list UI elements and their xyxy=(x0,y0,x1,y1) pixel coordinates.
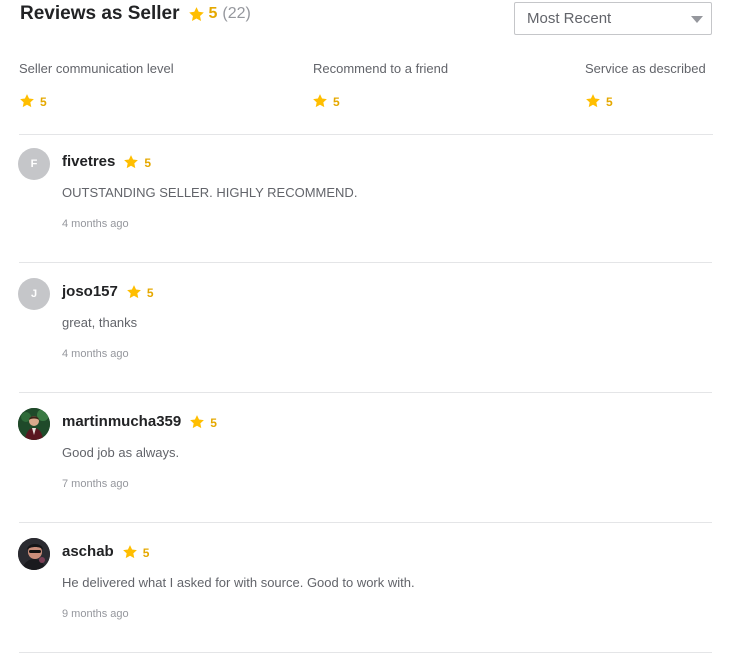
sort-dropdown[interactable]: Most Recent xyxy=(514,2,712,35)
breakdown-value: 5 xyxy=(606,95,613,109)
review-rating: 5 xyxy=(146,285,154,300)
breakdown-value: 5 xyxy=(333,95,340,109)
page-title: Reviews as Seller xyxy=(20,3,180,24)
breakdown-rating-service: 5 xyxy=(585,93,613,109)
star-icon xyxy=(188,6,205,23)
reviewer-username[interactable]: fivetres xyxy=(62,153,115,170)
review-time: 9 months ago xyxy=(62,608,129,620)
review-text: OUTSTANDING SELLER. HIGHLY RECOMMEND. xyxy=(62,185,358,200)
review-item: F fivetres 5 OUTSTANDING SELLER. HIGHLY … xyxy=(18,148,718,258)
review-text: great, thanks xyxy=(62,315,138,330)
reviews-header: Reviews as Seller 5 (22) xyxy=(20,3,251,25)
star-icon xyxy=(123,154,139,170)
review-text: He delivered what I asked for with sourc… xyxy=(62,575,415,590)
reviewer-username[interactable]: aschab xyxy=(62,543,114,560)
star-icon xyxy=(126,284,142,300)
breakdown-label-recommend: Recommend to a friend xyxy=(313,61,449,76)
review-header: martinmucha359 5 xyxy=(62,413,217,430)
review-item: J joso157 5 great, thanks 4 months ago xyxy=(18,278,718,388)
star-icon xyxy=(189,414,205,430)
review-count: (22) xyxy=(222,5,251,22)
review-item: martinmucha359 5 Good job as always. 7 m… xyxy=(18,408,718,518)
star-icon xyxy=(312,93,328,109)
divider xyxy=(19,522,712,523)
avatar[interactable] xyxy=(18,408,50,440)
chevron-down-icon xyxy=(691,16,703,23)
reviewer-username[interactable]: joso157 xyxy=(62,283,118,300)
star-icon xyxy=(122,544,138,560)
breakdown-label-service: Service as described xyxy=(585,61,706,76)
star-icon xyxy=(19,93,35,109)
review-rating: 5 xyxy=(142,545,150,560)
divider xyxy=(19,134,713,135)
review-rating: 5 xyxy=(210,415,217,430)
review-text: Good job as always. xyxy=(62,445,180,460)
divider xyxy=(19,262,712,263)
breakdown-label-communication: Seller communication level xyxy=(19,61,174,76)
divider xyxy=(19,652,712,653)
review-item: aschab 5 He delivered what I asked for w… xyxy=(18,538,718,648)
review-time: 7 months ago xyxy=(62,478,129,490)
review-rating: 5 xyxy=(144,155,152,170)
breakdown-value: 5 xyxy=(40,95,47,109)
avatar[interactable]: F xyxy=(18,148,50,180)
divider xyxy=(19,392,712,393)
breakdown-rating-communication: 5 xyxy=(19,93,47,109)
sort-selected-value: Most Recent xyxy=(527,10,612,27)
avatar-photo xyxy=(18,408,50,440)
review-time: 4 months ago xyxy=(62,348,129,360)
overall-rating: 5 xyxy=(208,5,218,22)
review-header: joso157 5 xyxy=(62,283,154,300)
star-icon xyxy=(585,93,601,109)
review-header: aschab 5 xyxy=(62,543,149,560)
breakdown-rating-recommend: 5 xyxy=(312,93,340,109)
avatar-initial: F xyxy=(30,158,38,170)
avatar[interactable]: J xyxy=(18,278,50,310)
avatar-photo xyxy=(18,538,50,570)
review-header: fivetres 5 xyxy=(62,153,151,170)
review-time: 4 months ago xyxy=(62,218,129,230)
reviewer-username[interactable]: martinmucha359 xyxy=(62,413,181,430)
avatar[interactable] xyxy=(18,538,50,570)
avatar-initial: J xyxy=(30,288,38,300)
